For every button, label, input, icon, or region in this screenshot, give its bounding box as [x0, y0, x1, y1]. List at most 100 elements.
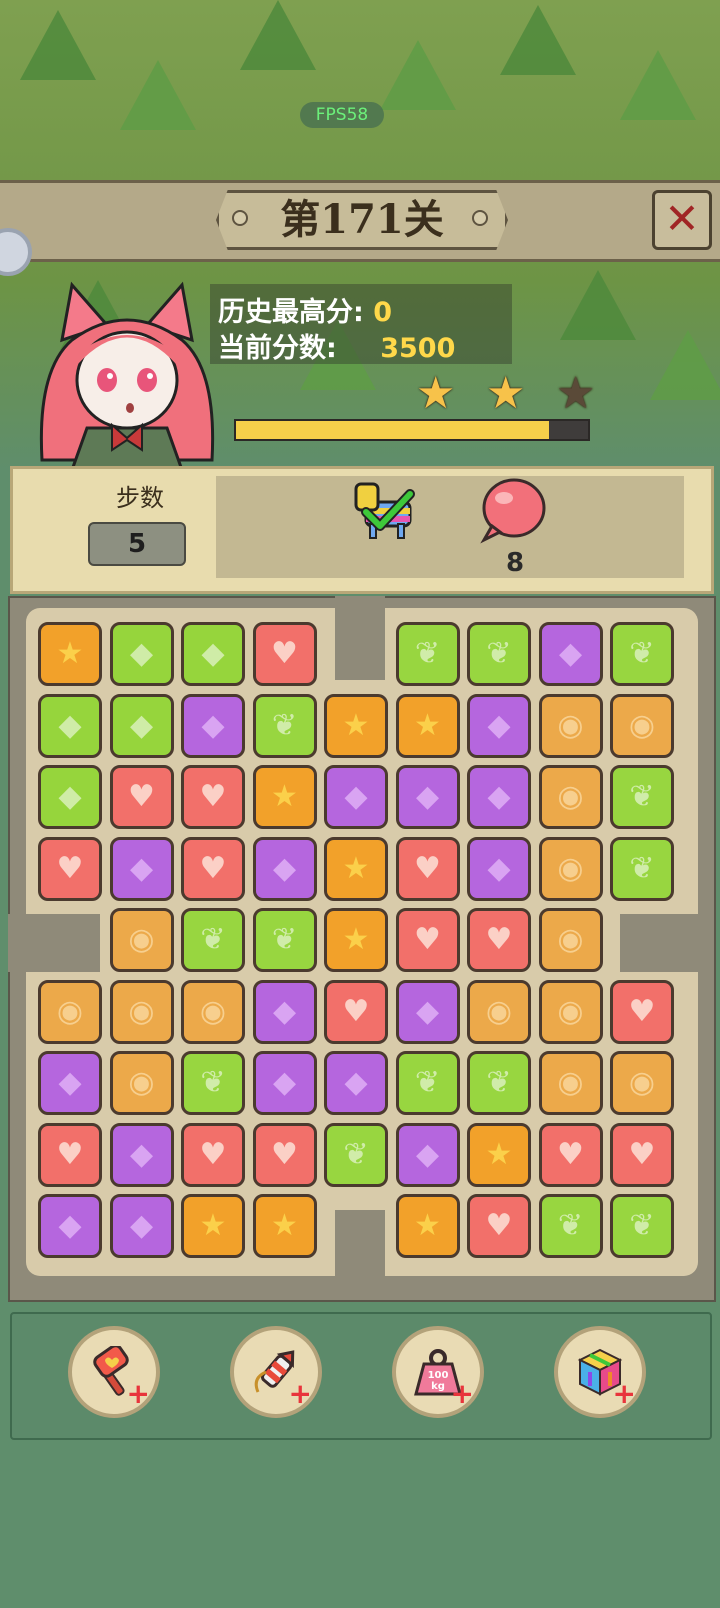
- heart-tile[interactable]: ♥: [538, 1122, 603, 1187]
- star-tile[interactable]: ★: [324, 693, 388, 758]
- heart-tile[interactable]: ♥: [395, 908, 460, 972]
- leaf-tile[interactable]: ❦: [610, 622, 674, 686]
- leaf-tile[interactable]: ❦: [467, 622, 531, 686]
- candy-tile[interactable]: ◆: [181, 622, 245, 686]
- gem-tile[interactable]: ◆: [252, 979, 317, 1044]
- leaf-tile[interactable]: ❦: [610, 836, 674, 901]
- leaf-tile[interactable]: ❦: [252, 693, 317, 758]
- heart-tile[interactable]: ♥: [109, 765, 174, 829]
- swirl-tile[interactable]: ◉: [538, 693, 603, 758]
- heart-tile[interactable]: ♥: [467, 908, 531, 972]
- heart-tile[interactable]: ♥: [181, 836, 245, 901]
- leaf-tile[interactable]: ❦: [181, 1051, 245, 1115]
- star-tile[interactable]: ★: [181, 1194, 245, 1258]
- gem-tile[interactable]: ◆: [252, 836, 317, 901]
- star-tile[interactable]: ★: [252, 765, 317, 829]
- gem-tile[interactable]: ◆: [109, 836, 174, 901]
- leaf-tile[interactable]: ❦: [395, 1051, 460, 1115]
- leaf-tile[interactable]: ❦: [610, 1194, 674, 1258]
- rivet-icon: [472, 210, 488, 226]
- gem-tile[interactable]: ◆: [324, 1051, 388, 1115]
- candy-tile[interactable]: ◆: [109, 622, 174, 686]
- gem-tile[interactable]: ◆: [109, 1194, 174, 1258]
- swirl-tile[interactable]: ◉: [181, 979, 245, 1044]
- heart-tile[interactable]: ♥: [610, 1122, 674, 1187]
- leaf-icon: ❦: [343, 1136, 369, 1172]
- leaf-tile[interactable]: ❦: [252, 908, 317, 972]
- leaf-tile[interactable]: ❦: [610, 765, 674, 829]
- gem-icon: ◆: [415, 993, 440, 1029]
- close-button[interactable]: ✕: [652, 190, 712, 250]
- swirl-tile[interactable]: ◉: [109, 908, 174, 972]
- rainbow-cube-booster-button[interactable]: +: [554, 1326, 646, 1418]
- swirl-tile[interactable]: ◉: [610, 1051, 674, 1115]
- board-gap-top: [335, 596, 385, 680]
- best-score-value: 0: [373, 297, 393, 328]
- candy-icon: ◆: [201, 636, 225, 671]
- star-tile[interactable]: ★: [395, 693, 460, 758]
- swirl-icon: ◉: [56, 993, 84, 1029]
- leaf-tile[interactable]: ❦: [181, 908, 245, 972]
- leaf-icon: ❦: [629, 779, 655, 814]
- heart-tile[interactable]: ♥: [252, 622, 317, 686]
- swirl-tile[interactable]: ◉: [538, 908, 603, 972]
- heart-tile[interactable]: ♥: [610, 979, 674, 1044]
- hammer-booster-button[interactable]: +: [68, 1326, 160, 1418]
- heart-tile[interactable]: ♥: [181, 1122, 245, 1187]
- star-tile[interactable]: ★: [467, 1122, 531, 1187]
- gem-tile[interactable]: ◆: [324, 765, 388, 829]
- gem-tile[interactable]: ◆: [395, 979, 460, 1044]
- heart-tile[interactable]: ♥: [252, 1122, 317, 1187]
- swirl-tile[interactable]: ◉: [538, 765, 603, 829]
- gem-tile[interactable]: ◆: [38, 1194, 102, 1258]
- leaf-tile[interactable]: ❦: [395, 622, 460, 686]
- swirl-tile[interactable]: ◉: [610, 693, 674, 758]
- weight-booster-button[interactable]: 100 kg +: [392, 1326, 484, 1418]
- star-icon: ★: [342, 850, 370, 886]
- gem-tile[interactable]: ◆: [38, 1051, 102, 1115]
- gem-tile[interactable]: ◆: [467, 765, 531, 829]
- star-tile[interactable]: ★: [252, 1194, 317, 1258]
- star-tile[interactable]: ★: [324, 836, 388, 901]
- swirl-tile[interactable]: ◉: [38, 979, 102, 1044]
- pinata-horse-icon: [354, 482, 415, 539]
- gem-tile[interactable]: ◆: [181, 693, 245, 758]
- current-score-label: 当前分数:: [218, 333, 337, 364]
- swirl-tile[interactable]: ◉: [467, 979, 531, 1044]
- gem-tile[interactable]: ◆: [538, 622, 603, 686]
- swirl-tile[interactable]: ◉: [538, 979, 603, 1044]
- heart-tile[interactable]: ♥: [38, 836, 102, 901]
- gem-icon: ◆: [129, 1136, 154, 1172]
- leaf-tile[interactable]: ❦: [324, 1122, 388, 1187]
- gem-tile[interactable]: ◆: [467, 836, 531, 901]
- star-tile[interactable]: ★: [38, 622, 102, 686]
- gem-tile[interactable]: ◆: [109, 1122, 174, 1187]
- heart-tile[interactable]: ♥: [324, 979, 388, 1044]
- heart-tile[interactable]: ♥: [181, 765, 245, 829]
- star-icon: ★: [199, 1208, 227, 1243]
- heart-icon: ♥: [557, 1136, 584, 1172]
- heart-tile[interactable]: ♥: [395, 836, 460, 901]
- gem-tile[interactable]: ◆: [395, 765, 460, 829]
- swirl-tile[interactable]: ◉: [538, 1051, 603, 1115]
- swirl-tile[interactable]: ◉: [109, 1051, 174, 1115]
- leaf-tile[interactable]: ❦: [538, 1194, 603, 1258]
- heart-tile[interactable]: ♥: [467, 1194, 531, 1258]
- leaf-tile[interactable]: ❦: [467, 1051, 531, 1115]
- candy-tile[interactable]: ◆: [38, 693, 102, 758]
- swirl-tile[interactable]: ◉: [538, 836, 603, 901]
- candy-tile[interactable]: ◆: [109, 693, 174, 758]
- gem-icon: ◆: [487, 707, 511, 743]
- rocket-booster-button[interactable]: +: [230, 1326, 322, 1418]
- swirl-tile[interactable]: ◉: [109, 979, 174, 1044]
- star-tile[interactable]: ★: [324, 908, 388, 972]
- candy-tile[interactable]: ◆: [38, 765, 102, 829]
- gem-icon: ◆: [58, 1208, 82, 1243]
- gem-tile[interactable]: ◆: [467, 693, 531, 758]
- gem-tile[interactable]: ◆: [395, 1122, 460, 1187]
- star-earned-icon: ★: [416, 368, 456, 419]
- heart-tile[interactable]: ♥: [38, 1122, 102, 1187]
- gem-icon: ◆: [201, 707, 225, 743]
- star-tile[interactable]: ★: [395, 1194, 460, 1258]
- gem-tile[interactable]: ◆: [252, 1051, 317, 1115]
